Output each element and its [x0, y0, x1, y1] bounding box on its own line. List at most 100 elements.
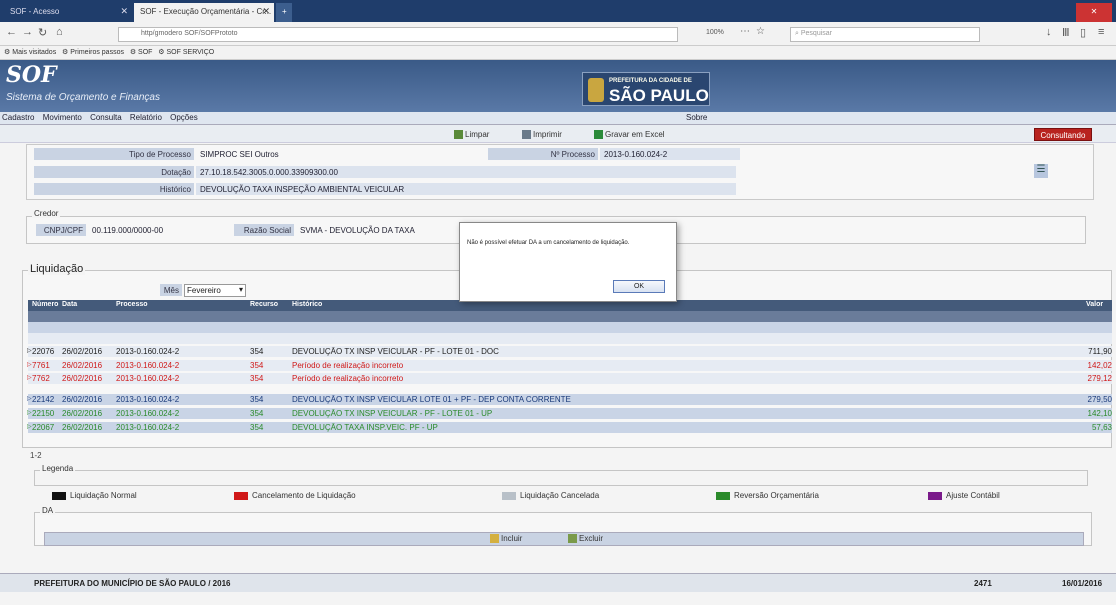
numero-processo-field[interactable]: 2013-0.160.024-2 [600, 148, 740, 160]
legend-swatch [234, 491, 248, 500]
cell-data: 26/02/2016 [62, 395, 103, 404]
expand-icon[interactable]: ▷ [27, 409, 32, 416]
menu-cadastro[interactable]: Cadastro [2, 113, 34, 122]
dotacao-field[interactable]: 27.10.18.542.3005.0.000.33909300.00 [196, 166, 736, 178]
bookmark-item[interactable]: ⚙ Mais visitados [4, 49, 56, 56]
legend-swatch [502, 491, 516, 500]
col-data[interactable]: Data [62, 301, 77, 308]
col-historico[interactable]: Histórico [292, 301, 322, 308]
expand-icon[interactable]: ▷ [27, 423, 32, 430]
cell-recurso: 354 [250, 374, 264, 383]
eraser-icon [454, 130, 463, 140]
home-icon[interactable]: ⌂ [56, 26, 63, 38]
search-placeholder: Pesquisar [800, 30, 833, 37]
mes-select[interactable]: Fevereiro ▾ [184, 284, 246, 297]
menu-movimento[interactable]: Movimento [43, 113, 82, 122]
back-icon[interactable]: ← [6, 26, 17, 38]
cell-processo: 2013-0.160.024-2 [116, 347, 180, 356]
expand-icon[interactable]: ▷ [27, 347, 32, 354]
limpar-label: Limpar [465, 130, 490, 139]
legend-item: Ajuste Contábil [928, 491, 1000, 500]
historico-field[interactable]: DEVOLUÇÃO TAXA INSPEÇÃO AMBIENTAL VEICUL… [196, 183, 736, 195]
expand-icon[interactable]: ▷ [27, 361, 32, 368]
table-row[interactable]: 22076 26/02/2016 2013-0.160.024-2 354 DEVOLU… [27, 346, 1112, 357]
delete-icon [568, 534, 577, 544]
sidebar-icon[interactable]: ▯ [1080, 26, 1086, 39]
cell-numero: 7761 [32, 361, 50, 370]
search-input[interactable]: ⌕ Pesquisar [790, 27, 980, 42]
razao-social-field[interactable]: SVMA - DEVOLUÇÃO DA TAXA [296, 224, 456, 236]
legend-item: Reversão Orçamentária [716, 491, 819, 500]
table-row[interactable] [28, 311, 1112, 322]
cell-data: 26/02/2016 [62, 361, 103, 370]
close-icon[interactable]: ✕ [120, 6, 128, 17]
cnpj-label: CNPJ/CPF [36, 224, 86, 236]
expand-icon[interactable]: ▷ [27, 395, 32, 402]
footer-date: 16/01/2016 [1062, 579, 1103, 588]
cell-recurso: 354 [250, 361, 264, 370]
cell-recurso: 354 [250, 395, 264, 404]
download-icon[interactable]: ↓ [1046, 26, 1052, 38]
liquidacao-title: Liquidação [28, 263, 86, 275]
table-row[interactable] [28, 333, 1112, 344]
bookmark-star-icon[interactable]: ☆ [756, 26, 765, 37]
menu-relatorio[interactable]: Relatório [130, 113, 162, 122]
tipo-processo-label: Tipo de Processo [34, 148, 194, 160]
col-numero[interactable]: Número [32, 301, 58, 308]
legenda-panel [34, 470, 1088, 486]
tab-sof-acesso[interactable]: SOF - Acesso ✕ [4, 3, 132, 22]
imprimir-button[interactable]: Imprimir [522, 130, 562, 140]
menu-bar: Cadastro Movimento Consulta Relatório Op… [0, 112, 1116, 125]
gravar-excel-button[interactable]: Gravar em Excel [594, 130, 665, 140]
city-logo: PREFEITURA DA CIDADE DE SÃO PAULO [582, 72, 710, 106]
incluir-button[interactable]: Incluir [490, 534, 522, 544]
menu-consulta[interactable]: Consulta [90, 113, 122, 122]
legend-swatch [716, 491, 730, 500]
excluir-button[interactable]: Excluir [568, 534, 604, 544]
da-toolbar [44, 532, 1084, 546]
ok-button[interactable]: OK [613, 280, 665, 293]
excluir-label: Excluir [579, 534, 604, 543]
credor-title: Credor [32, 209, 61, 218]
close-icon[interactable]: ✕ [262, 6, 270, 17]
cell-data: 26/02/2016 [62, 374, 103, 383]
bookmark-item[interactable]: ⚙ SOF [130, 49, 153, 56]
tipo-processo-options[interactable]: SIMPROC SEI Outros [196, 148, 476, 160]
window-close-button[interactable]: ✕ [1076, 3, 1112, 22]
gravar-label: Gravar em Excel [605, 130, 665, 139]
menu-sobre[interactable]: Sobre [686, 113, 707, 122]
table-row[interactable]: 7761 26/02/2016 2013-0.160.024-2 354 Período… [27, 360, 1112, 371]
city-logo-big: SÃO PAULO [609, 86, 709, 105]
app-logo: SOF [6, 62, 57, 88]
menu-dots-icon[interactable]: ⋯ [740, 26, 750, 37]
consultando-button[interactable]: Consultando [1034, 128, 1092, 141]
table-row[interactable]: 22150 26/02/2016 2013-0.160.024-2 354 DEVOLU… [27, 408, 1112, 419]
col-recurso[interactable]: Recurso [250, 301, 278, 308]
library-icon[interactable]: Ⅲ [1062, 26, 1070, 39]
tab-execucao[interactable]: SOF - Execução Orçamentária - Cr... ✕ [134, 3, 274, 22]
menu-opcoes[interactable]: Opções [170, 113, 198, 122]
bookmark-label: Primeiros passos [70, 49, 124, 56]
bookmark-item[interactable]: ⚙ Primeiros passos [62, 49, 124, 56]
new-tab-button[interactable]: + [276, 3, 292, 22]
table-row[interactable] [28, 322, 1112, 333]
table-row[interactable]: 22067 26/02/2016 2013-0.160.024-2 354 DEVOLU… [27, 422, 1112, 433]
col-processo[interactable]: Processo [116, 301, 148, 308]
cnpj-field[interactable]: 00.119.000/0000-00 [88, 224, 228, 236]
cell-data: 26/02/2016 [62, 347, 103, 356]
col-valor[interactable]: Valor [1086, 301, 1103, 308]
expand-icon[interactable]: ▷ [27, 374, 32, 381]
bookmark-item[interactable]: ⚙ SOF SERVIÇO [158, 49, 214, 56]
limpar-button[interactable]: Limpar [454, 130, 490, 140]
reload-icon[interactable]: ↻ [38, 26, 47, 39]
table-row[interactable]: 7762 26/02/2016 2013-0.160.024-2 354 Período… [27, 373, 1112, 384]
cell-data: 26/02/2016 [62, 409, 103, 418]
table-row[interactable]: 22142 26/02/2016 2013-0.160.024-2 354 DEVOLU… [27, 394, 1112, 405]
city-logo-small: PREFEITURA DA CIDADE DE [609, 78, 692, 84]
cell-valor: 279,50 [1087, 395, 1112, 404]
forward-icon[interactable]: → [22, 26, 33, 38]
url-bar[interactable]: http/gmodero SOF/SOFPrototo [118, 27, 678, 42]
list-toggle-icon[interactable]: ☰ [1034, 164, 1048, 178]
legend-swatch [52, 491, 66, 500]
hamburger-menu-icon[interactable]: ≡ [1098, 26, 1104, 38]
